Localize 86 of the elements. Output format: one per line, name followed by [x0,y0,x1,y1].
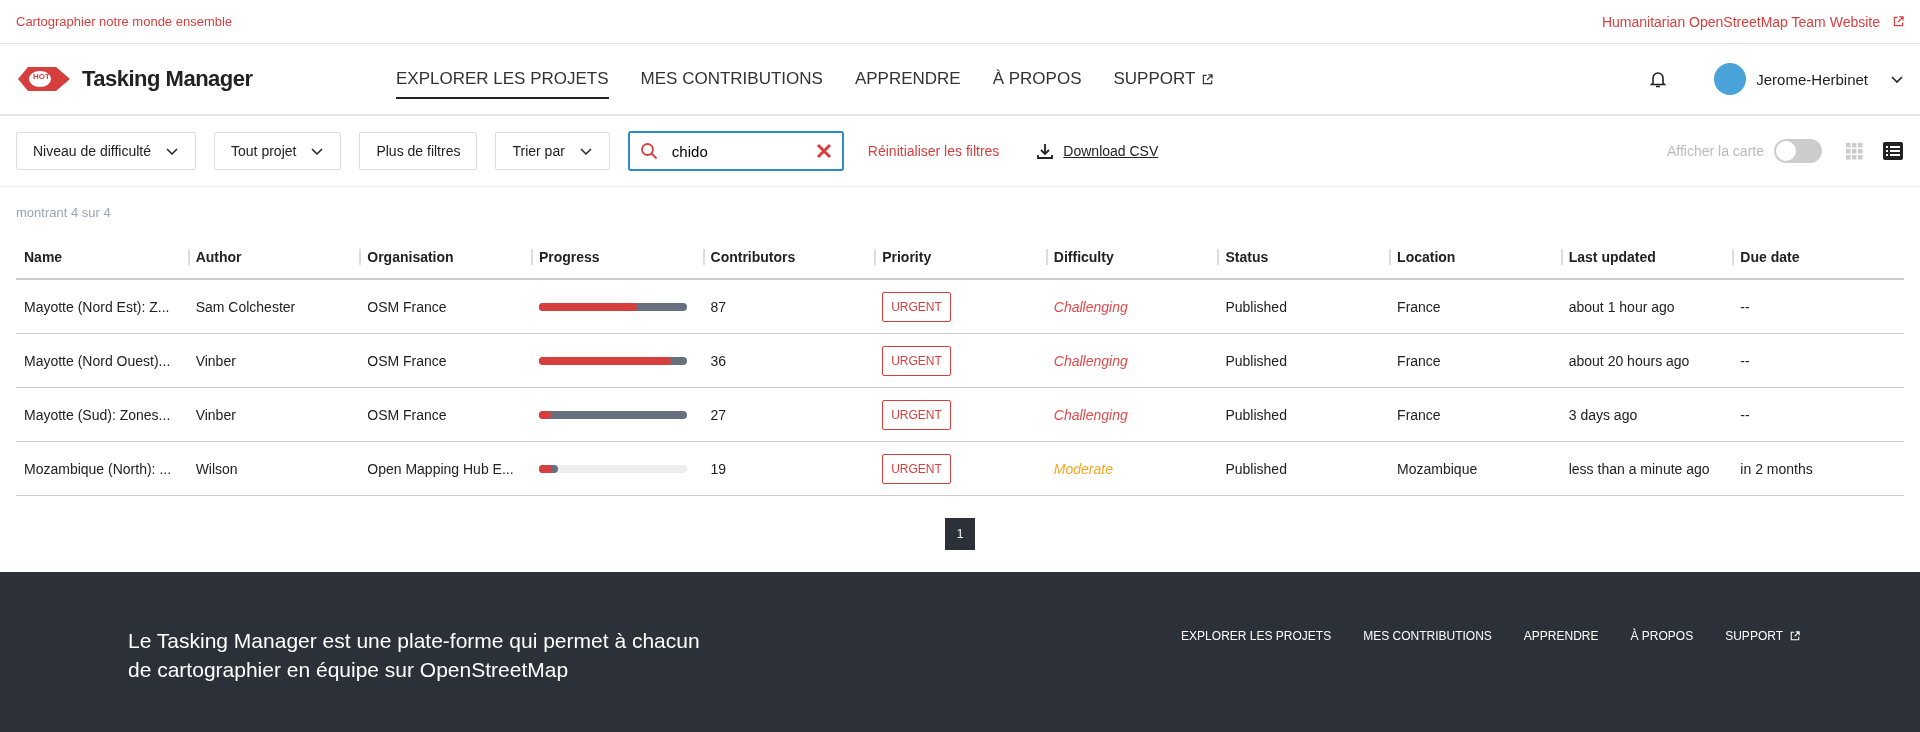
priority-badge: URGENT [882,345,951,376]
download-csv-link[interactable]: Download CSV [1063,143,1159,159]
difficulty-label: Challenging [1053,406,1128,423]
footer-link[interactable]: EXPLORER LES PROJETS [1181,628,1332,644]
nav-link[interactable]: EXPLORER LES PROJETS [396,59,609,99]
priority-badge: URGENT [882,399,951,430]
table-cell: about 20 hours ago [1568,352,1690,369]
footer-link[interactable]: SUPPORT [1725,628,1800,644]
priority-badge: URGENT [882,453,951,484]
table-cell: -- [1740,298,1750,315]
search-icon [639,142,658,160]
reset-filters-link[interactable]: Réinitialiser les filtres [867,143,1000,159]
website-link[interactable]: Humanitarian OpenStreetMap Team Website [1601,13,1904,30]
nav-link[interactable]: À PROPOS [992,59,1082,99]
difficulty-label: Moderate [1053,460,1113,477]
table-cell: Vinber [195,406,236,423]
table-cell: -- [1740,406,1750,423]
nav-link[interactable]: APPRENDRE [854,59,961,99]
column-header[interactable]: Status [1225,249,1269,265]
table-cell: in 2 months [1740,460,1813,477]
table-cell: 87 [710,298,727,315]
clear-icon[interactable] [815,143,832,159]
external-link-icon [1893,16,1904,27]
project-name[interactable]: Mayotte (Nord Est): Z... [24,298,170,315]
table-cell: Wilson [195,460,238,477]
page-button[interactable]: 1 [945,518,975,550]
table-cell: OSM France [367,352,447,369]
table-cell: OSM France [367,298,447,315]
table-cell: Mozambique [1397,460,1478,477]
filter-dropdown[interactable]: Trier par [495,132,610,170]
column-header[interactable]: Due date [1740,249,1800,265]
project-name[interactable]: Mayotte (Nord Ouest)... [24,352,171,369]
table-cell: Vinber [195,352,236,369]
tagline: Cartographier notre monde ensemble [16,14,233,29]
app-name[interactable]: Tasking Manager [82,66,253,92]
column-header[interactable]: Organisation [367,249,454,265]
column-header[interactable]: Name [24,249,63,265]
project-name[interactable]: Mayotte (Sud): Zones... [24,406,171,423]
table-cell: Sam Colchester [195,298,296,315]
column-header[interactable]: Author [195,249,242,265]
bell-icon[interactable] [1648,69,1669,89]
difficulty-label: Challenging [1053,352,1128,369]
search-field[interactable]: chido [627,131,844,171]
column-header[interactable]: Progress [538,249,600,265]
column-header[interactable]: Contributors [710,249,796,265]
column-header[interactable]: Priority [882,249,932,265]
footer-link[interactable]: APPRENDRE [1523,628,1599,644]
footer-link[interactable]: À PROPOS [1630,628,1694,644]
map-toggle[interactable] [1774,139,1822,163]
logo-badge-text: HOT [33,72,50,81]
filter-dropdown[interactable]: Niveau de difficulté [16,132,197,170]
filter-dropdown[interactable]: Plus de filtres [359,132,478,170]
table-cell: less than a minute ago [1568,460,1710,477]
column-header[interactable]: Last updated [1568,249,1656,265]
footer-link[interactable]: MES CONTRIBUTIONS [1363,628,1492,644]
difficulty-label: Challenging [1053,298,1128,315]
table-cell: France [1397,298,1441,315]
map-toggle-label: Afficher la carte [1667,143,1764,159]
nav-link[interactable]: SUPPORT [1113,59,1214,99]
table-cell: France [1397,406,1441,423]
table-cell: -- [1740,352,1750,369]
table-cell: Published [1225,352,1287,369]
nav-link[interactable]: MES CONTRIBUTIONS [640,59,823,99]
table-cell: 3 days ago [1568,406,1638,423]
download-icon[interactable] [1037,143,1054,159]
table-cell: Published [1225,460,1287,477]
table-cell: OSM France [367,406,447,423]
priority-badge: URGENT [882,291,951,322]
table-cell: 27 [710,406,727,423]
results-count: montrant 4 sur 4 [15,204,112,222]
table-cell: 19 [710,460,727,477]
list-view-icon[interactable] [1882,141,1904,161]
project-name[interactable]: Mozambique (North): ... [24,460,172,477]
filter-dropdown[interactable]: Tout projet [214,132,342,170]
logo-icon [16,64,72,94]
table-cell: about 1 hour ago [1568,298,1675,315]
user-name[interactable]: Jerome-Herbinet [1756,70,1868,88]
table-cell: Open Mapping Hub E... [367,460,514,477]
table-cell: Published [1225,406,1287,423]
column-header[interactable]: Difficulty [1053,249,1114,265]
table-cell: France [1397,352,1441,369]
user-avatar[interactable] [1714,63,1747,95]
table-cell: Published [1225,298,1287,315]
table-cell: 36 [710,352,727,369]
footer-description: Le Tasking Manager est une plate-forme qui permet à chacun de cartographier en équipe sur OpenStreetMap [128,628,701,684]
column-header[interactable]: Location [1397,249,1456,265]
